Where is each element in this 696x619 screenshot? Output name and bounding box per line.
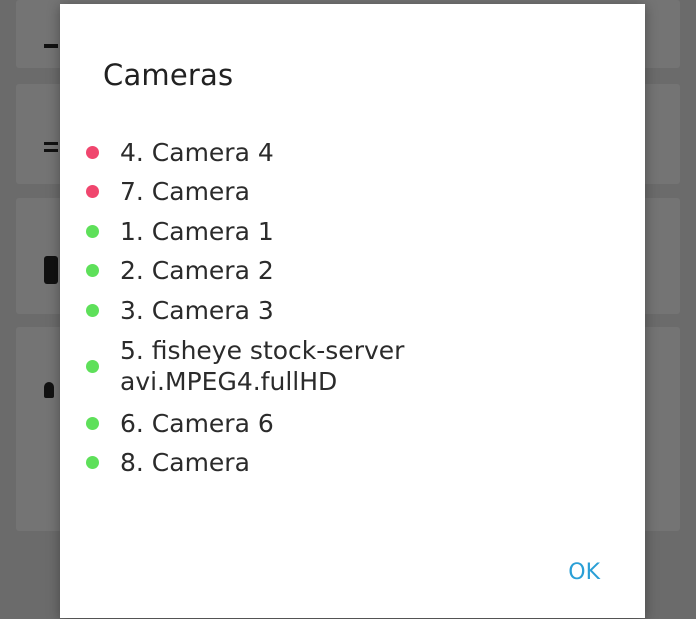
camera-label: 5. fisheye stock-server avi.MPEG4.fullHD — [120, 336, 405, 396]
camera-list-item[interactable]: 1. Camera 1 — [86, 216, 520, 247]
status-dot-icon — [86, 359, 99, 373]
dialog-title: Cameras — [103, 58, 234, 92]
camera-label: 2. Camera 2 — [120, 256, 274, 285]
status-dot-icon — [86, 417, 99, 430]
background-icon — [44, 142, 58, 152]
camera-list-item[interactable]: 5. fisheye stock-server avi.MPEG4.fullHD — [86, 335, 450, 397]
camera-list-item[interactable]: 6. Camera 6 — [86, 408, 520, 439]
camera-label: 7. Camera — [120, 177, 250, 206]
camera-label: 8. Camera — [120, 448, 250, 477]
camera-label: 6. Camera 6 — [120, 409, 274, 438]
status-dot-icon — [86, 304, 99, 317]
cameras-dialog: Cameras 4. Camera 4 7. Camera 1. Camera … — [60, 4, 645, 618]
background-icon — [44, 256, 58, 284]
status-dot-icon — [86, 185, 99, 198]
camera-label: 3. Camera 3 — [120, 296, 274, 325]
status-dot-icon — [86, 225, 99, 238]
camera-list-item[interactable]: 7. Camera — [86, 176, 520, 207]
status-dot-icon — [86, 456, 99, 469]
camera-list-item[interactable]: 8. Camera — [86, 447, 520, 478]
camera-list-item[interactable]: 2. Camera 2 — [86, 255, 520, 286]
camera-list-item[interactable]: 4. Camera 4 — [86, 137, 520, 168]
ok-button[interactable]: OK — [568, 560, 600, 585]
background-icon — [44, 382, 54, 398]
status-dot-icon — [86, 146, 99, 159]
background-icon — [44, 44, 58, 48]
camera-label: 4. Camera 4 — [120, 138, 274, 167]
camera-label: 1. Camera 1 — [120, 217, 274, 246]
status-dot-icon — [86, 264, 99, 277]
camera-list-item[interactable]: 3. Camera 3 — [86, 295, 520, 326]
